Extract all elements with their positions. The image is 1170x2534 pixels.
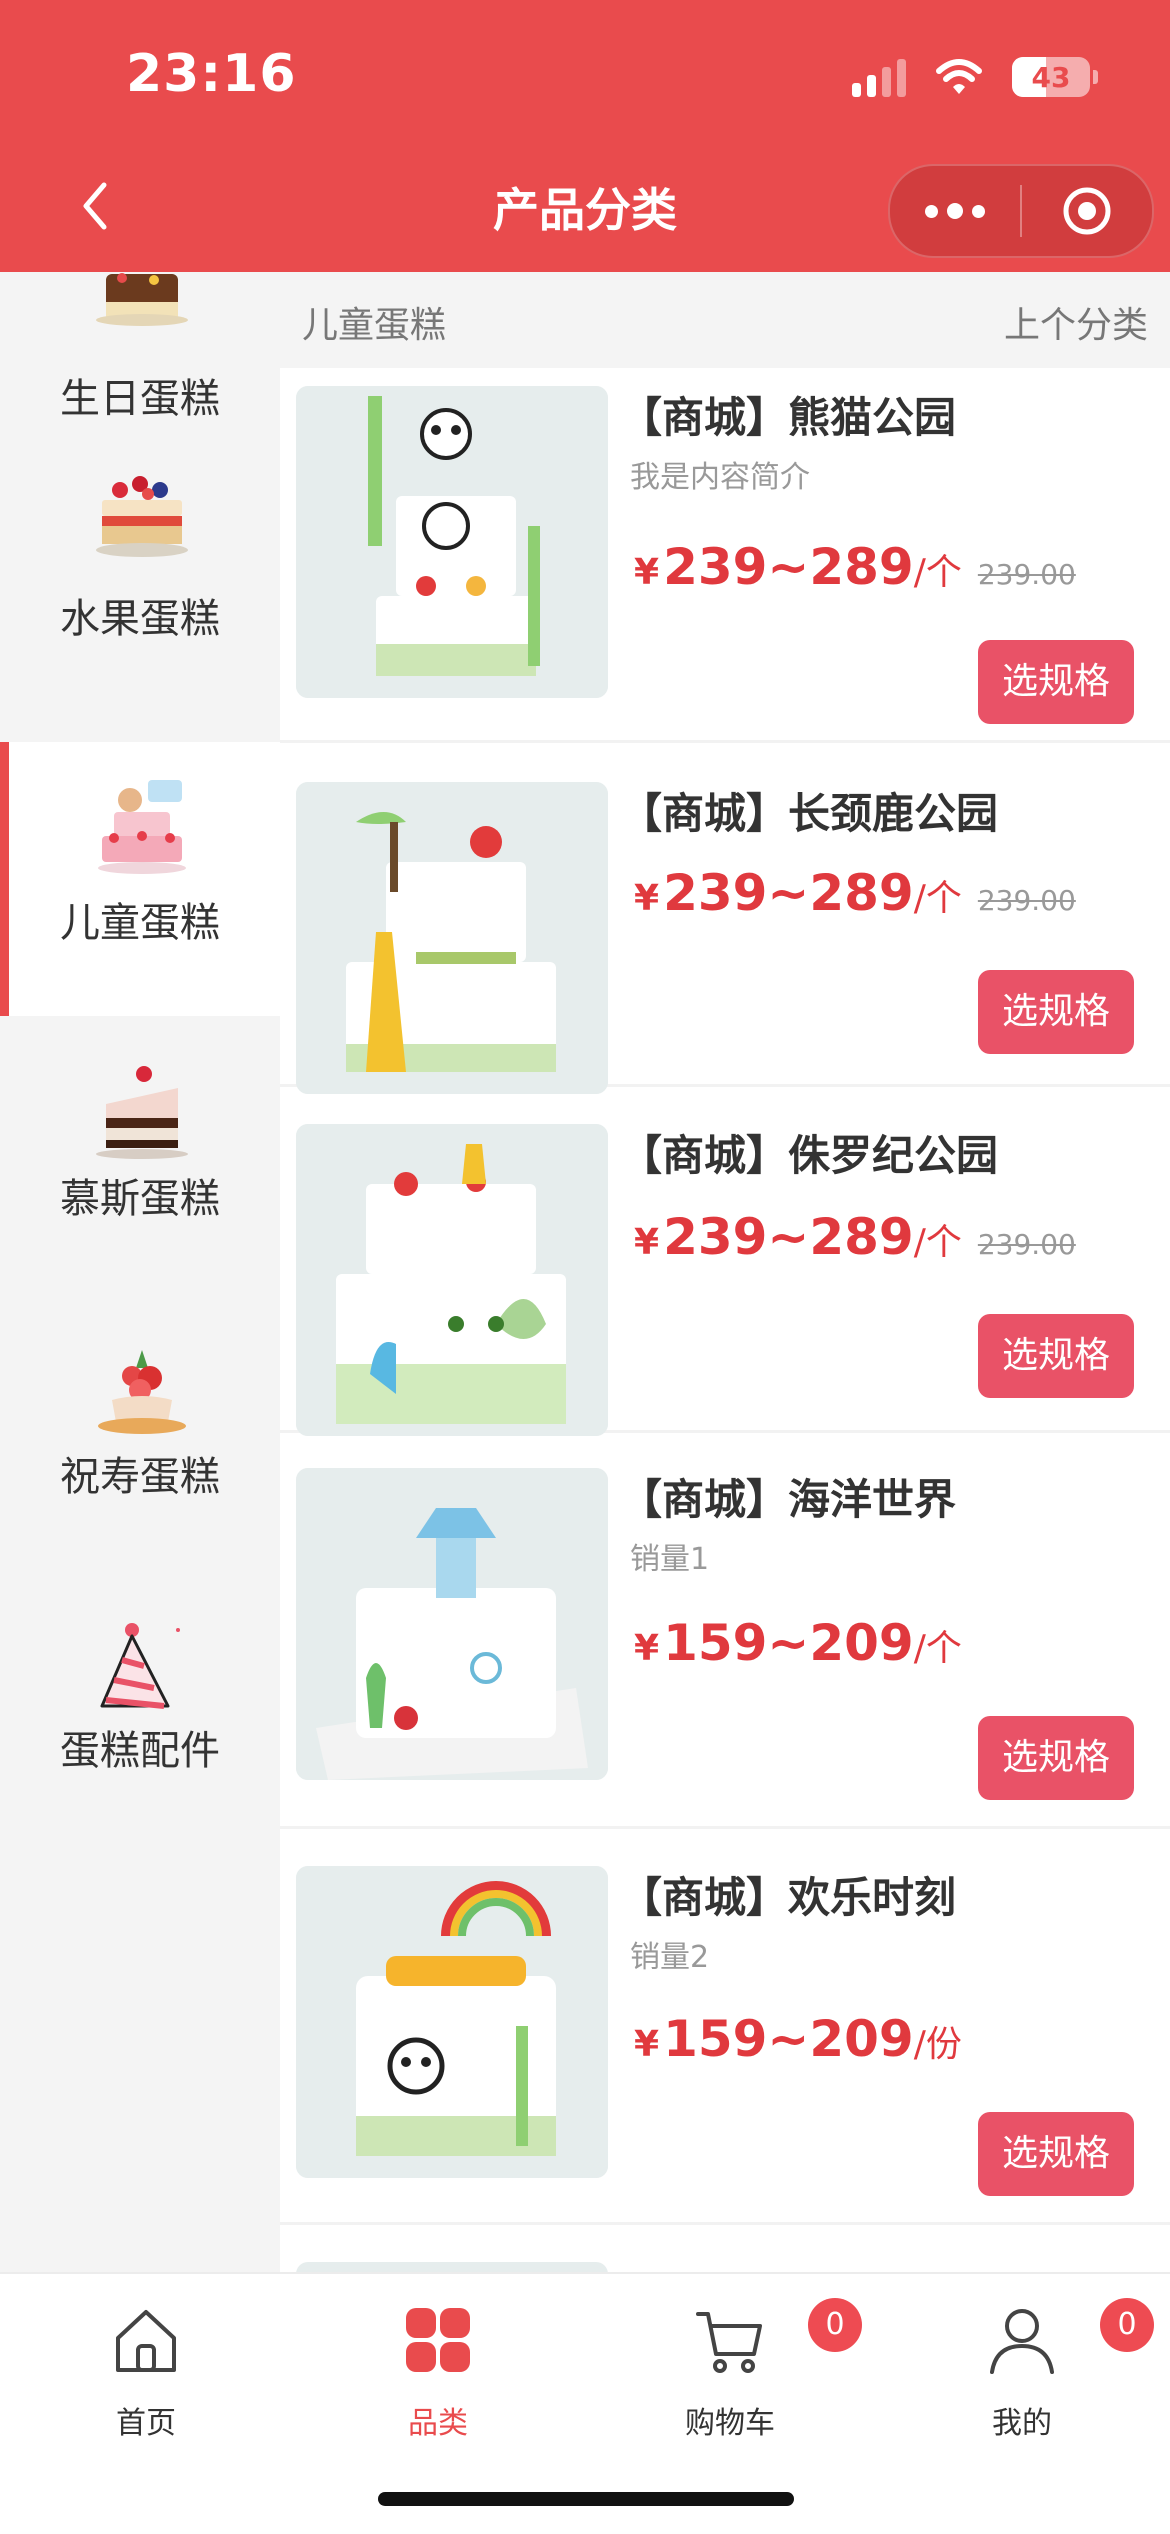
product-price: ¥159~209/份 [634, 2010, 962, 2068]
home-indicator [378, 2492, 794, 2506]
sidebar-item-label: 生日蛋糕 [60, 376, 220, 422]
previous-category-link[interactable]: 上个分类 [1004, 296, 1148, 348]
product-subtitle: 我是内容简介 [630, 460, 810, 495]
price-unit: /份 [913, 2024, 962, 2065]
sidebar-item-mousse-cake[interactable]: 慕斯蛋糕 [0, 1016, 280, 1290]
product-area: 儿童蛋糕 上个分类 【商城】熊猫公园 我是内容简介 ¥239~289/个 239.… [280, 272, 1170, 2382]
battery-icon: 43 [1012, 57, 1098, 97]
status-icons: 43 [852, 52, 1098, 102]
category-sidebar: 生日蛋糕 水果蛋糕 儿童蛋糕 慕斯蛋糕 祝寿蛋糕 蛋糕配件 [0, 272, 280, 1842]
status-time: 23:16 [126, 44, 297, 104]
cart-badge: 0 [808, 2298, 862, 2352]
product-title: 【商城】欢乐时刻 [620, 1873, 957, 1922]
select-spec-button[interactable]: 选规格 [978, 640, 1134, 724]
birthday-cake-icon [96, 273, 188, 326]
signal-icon [852, 57, 906, 97]
product-card[interactable]: 【商城】侏罗纪公园 ¥239~289/个 239.00 选规格 [280, 1106, 1170, 1436]
cart-icon [696, 2312, 762, 2373]
currency-symbol: ¥ [634, 2024, 660, 2065]
select-spec-button[interactable]: 选规格 [978, 2112, 1134, 2196]
price-range: 159~209 [663, 2010, 914, 2068]
tab-label: 购物车 [685, 2406, 775, 2441]
product-image[interactable] [296, 1124, 608, 1436]
header-bar: 23:16 43 产品分类 [0, 0, 1170, 272]
product-title: 【商城】熊猫公园 [620, 393, 957, 442]
product-card[interactable]: 【商城】长颈鹿公园 ¥239~289/个 239.00 选规格 [280, 764, 1170, 1094]
product-image[interactable] [296, 782, 608, 1094]
category-header: 儿童蛋糕 上个分类 [280, 272, 1170, 368]
price-unit: /个 [913, 878, 962, 919]
target-icon [1063, 187, 1111, 235]
tab-label: 品类 [408, 2406, 468, 2441]
user-icon [990, 2309, 1054, 2374]
sidebar-item-cake-accessories[interactable]: 蛋糕配件 [0, 1564, 280, 1838]
kids-cake-icon [98, 780, 186, 874]
select-spec-button[interactable]: 选规格 [978, 1314, 1134, 1398]
product-image[interactable] [296, 1866, 608, 2178]
sidebar-item-birthday-cake[interactable]: 生日蛋糕 [0, 272, 280, 432]
home-icon [116, 2310, 176, 2372]
miniprogram-capsule [888, 164, 1154, 258]
original-price: 239.00 [977, 1228, 1076, 1261]
product-price: ¥239~289/个 239.00 [634, 864, 1076, 922]
sidebar-item-fruit-cake[interactable]: 水果蛋糕 [0, 468, 280, 742]
select-spec-button[interactable]: 选规格 [978, 970, 1134, 1054]
product-card[interactable]: 【商城】海洋世界 销量1 ¥159~209/个 选规格 [280, 1450, 1170, 1829]
battery-level: 43 [1031, 60, 1071, 94]
product-price: ¥159~209/个 [634, 1614, 962, 1672]
profile-badge: 0 [1100, 2298, 1154, 2352]
tab-cart[interactable]: 0 购物车 [584, 2294, 876, 2454]
party-hat-icon [100, 1623, 180, 1709]
currency-symbol: ¥ [634, 878, 660, 919]
product-subtitle: 销量1 [630, 1542, 710, 1577]
product-title: 【商城】海洋世界 [620, 1475, 957, 1524]
product-title: 【商城】侏罗纪公园 [620, 1131, 999, 1180]
sidebar-item-label: 慕斯蛋糕 [60, 1176, 220, 1222]
more-button[interactable] [890, 166, 1020, 256]
tab-category[interactable]: 品类 [292, 2294, 584, 2454]
sidebar-item-label: 水果蛋糕 [60, 596, 220, 642]
product-title: 【商城】长颈鹿公园 [620, 789, 999, 838]
price-unit: /个 [913, 552, 962, 593]
tab-home[interactable]: 首页 [0, 2294, 292, 2454]
currency-symbol: ¥ [634, 1628, 660, 1669]
product-subtitle: 销量2 [630, 1940, 710, 1975]
product-card[interactable]: 【商城】欢乐时刻 销量2 ¥159~209/份 选规格 [280, 1848, 1170, 2225]
wifi-icon [936, 59, 982, 94]
sidebar-item-label: 儿童蛋糕 [60, 900, 220, 946]
mousse-cake-icon [96, 1066, 188, 1159]
original-price: 239.00 [977, 884, 1076, 917]
currency-symbol: ¥ [634, 1222, 660, 1263]
tab-profile[interactable]: 0 我的 [876, 2294, 1168, 2454]
price-range: 239~289 [663, 864, 914, 922]
price-unit: /个 [913, 1628, 962, 1669]
product-price: ¥239~289/个 239.00 [634, 1208, 1076, 1266]
close-miniprogram-button[interactable] [1022, 166, 1152, 256]
fruit-cake-icon [96, 476, 188, 557]
longevity-cake-icon [98, 1350, 186, 1434]
price-unit: /个 [913, 1222, 962, 1263]
product-list: 【商城】熊猫公园 我是内容简介 ¥239~289/个 239.00 选规格 【商城… [280, 368, 1170, 2382]
price-range: 239~289 [663, 1208, 914, 1266]
original-price: 239.00 [977, 558, 1076, 591]
category-icon [406, 2308, 470, 2372]
tab-label: 我的 [992, 2406, 1052, 2441]
tab-label: 首页 [116, 2406, 176, 2441]
sidebar-item-label: 蛋糕配件 [60, 1728, 220, 1774]
select-spec-button[interactable]: 选规格 [978, 1716, 1134, 1800]
product-image[interactable] [296, 386, 608, 698]
price-range: 159~209 [663, 1614, 914, 1672]
price-range: 239~289 [663, 538, 914, 596]
current-category-name: 儿童蛋糕 [302, 305, 447, 346]
sidebar-item-label: 祝寿蛋糕 [60, 1454, 220, 1500]
currency-symbol: ¥ [634, 552, 660, 593]
product-price: ¥239~289/个 239.00 [634, 538, 1076, 596]
sidebar-item-longevity-cake[interactable]: 祝寿蛋糕 [0, 1290, 280, 1564]
product-image[interactable] [296, 1468, 608, 1780]
sidebar-item-kids-cake[interactable]: 儿童蛋糕 [0, 742, 280, 1016]
product-card[interactable]: 【商城】熊猫公园 我是内容简介 ¥239~289/个 239.00 选规格 [280, 368, 1170, 743]
